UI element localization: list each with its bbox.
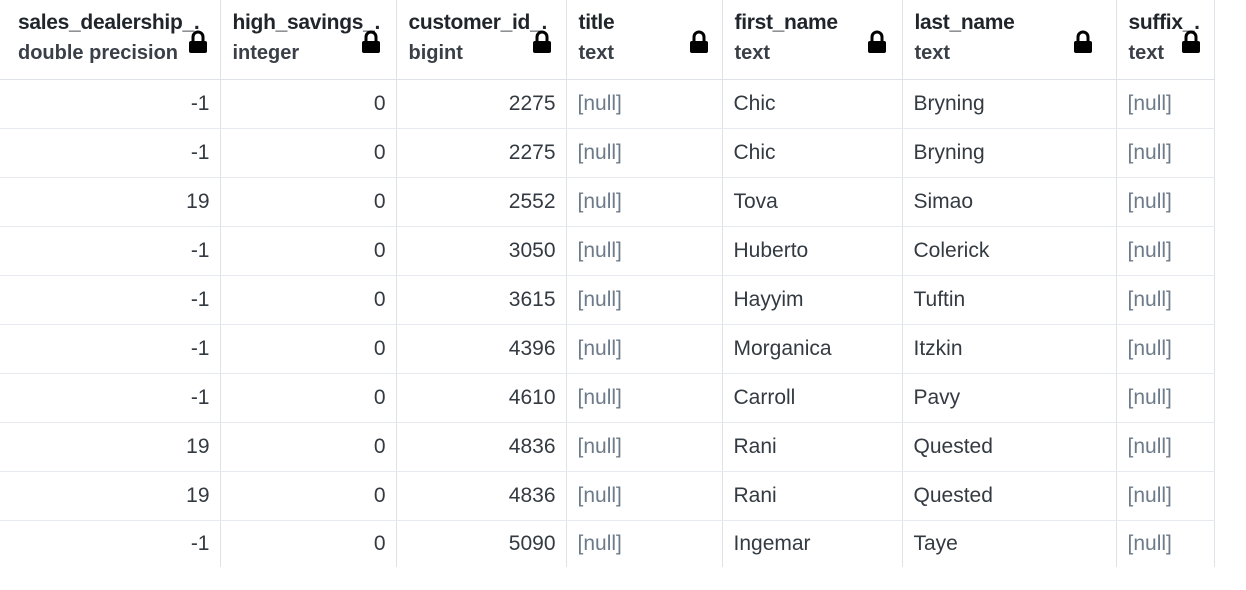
cell-2[interactable]: 3615 [396,275,567,325]
table-row[interactable]: -1 0 2275 [null] Chic Bryning [null] [0,79,1215,129]
column-header-suffix[interactable]: suffix_. text [1116,0,1215,80]
cell-6[interactable]: [null] [1116,128,1215,178]
column-header-first-name[interactable]: first_name text [722,0,903,80]
cell-0[interactable]: 19 [0,471,221,521]
cell-4[interactable]: Rani [722,471,903,521]
cell-5[interactable]: Quested [902,422,1117,472]
cell-6[interactable]: [null] [1116,520,1215,567]
cell-6[interactable]: [null] [1116,471,1215,521]
cell-6[interactable]: [null] [1116,275,1215,325]
cell-2[interactable]: 5090 [396,520,567,567]
lock-icon [1073,30,1092,53]
cell-4[interactable]: Rani [722,422,903,472]
cell-4[interactable]: Chic [722,79,903,129]
cell-2[interactable]: 3050 [396,226,567,276]
table-row[interactable]: -1 0 4610 [null] Carroll Pavy [null] [0,373,1215,423]
cell-0[interactable]: -1 [0,373,221,423]
cell-1[interactable]: 0 [220,422,397,472]
lock-icon [689,30,708,53]
column-header-last-name[interactable]: last_name text [902,0,1117,80]
cell-0[interactable]: -1 [0,520,221,567]
cell-2[interactable]: 4836 [396,422,567,472]
results-grid: sales_dealership_. double precision high… [0,0,1215,567]
lock-icon [867,30,886,53]
cell-1[interactable]: 0 [220,520,397,567]
table-row[interactable]: -1 0 2275 [null] Chic Bryning [null] [0,128,1215,178]
cell-2[interactable]: 2552 [396,177,567,227]
cell-4[interactable]: Hayyim [722,275,903,325]
cell-1[interactable]: 0 [220,177,397,227]
grid-body: -1 0 2275 [null] Chic Bryning [null] -1 0 2275 [nu… [0,79,1215,567]
cell-1[interactable]: 0 [220,324,397,374]
cell-6[interactable]: [null] [1116,324,1215,374]
cell-5[interactable]: Pavy [902,373,1117,423]
cell-3[interactable]: [null] [566,324,723,374]
table-row[interactable]: 19 0 4836 [null] Rani Quested [null] [0,471,1215,521]
cell-6[interactable]: [null] [1116,79,1215,129]
lock-icon [532,30,551,53]
cell-3[interactable]: [null] [566,128,723,178]
cell-5[interactable]: Quested [902,471,1117,521]
column-header-high-savings[interactable]: high_savings_. integer [220,0,397,80]
cell-5[interactable]: Itzkin [902,324,1117,374]
cell-2[interactable]: 4836 [396,471,567,521]
lock-icon [189,30,207,53]
cell-3[interactable]: [null] [566,471,723,521]
cell-3[interactable]: [null] [566,275,723,325]
column-header-sales-dealership[interactable]: sales_dealership_. double precision [0,0,221,80]
cell-5[interactable]: Bryning [902,128,1117,178]
table-row[interactable]: -1 0 5090 [null] Ingemar Taye [null] [0,520,1215,567]
lock-icon [361,30,380,53]
table-row[interactable]: 19 0 4836 [null] Rani Quested [null] [0,422,1215,472]
cell-3[interactable]: [null] [566,373,723,423]
cell-0[interactable]: 19 [0,422,221,472]
cell-2[interactable]: 2275 [396,128,567,178]
table-row[interactable]: -1 0 3615 [null] Hayyim Tuftin [null] [0,275,1215,325]
cell-0[interactable]: -1 [0,226,221,276]
cell-1[interactable]: 0 [220,79,397,129]
cell-5[interactable]: Taye [902,520,1117,567]
cell-5[interactable]: Simao [902,177,1117,227]
cell-2[interactable]: 4610 [396,373,567,423]
cell-2[interactable]: 2275 [396,79,567,129]
cell-1[interactable]: 0 [220,275,397,325]
cell-3[interactable]: [null] [566,226,723,276]
cell-6[interactable]: [null] [1116,373,1215,423]
cell-1[interactable]: 0 [220,128,397,178]
cell-4[interactable]: Tova [722,177,903,227]
header-row: sales_dealership_. double precision high… [0,0,1215,80]
cell-4[interactable]: Huberto [722,226,903,276]
cell-4[interactable]: Ingemar [722,520,903,567]
cell-5[interactable]: Tuftin [902,275,1117,325]
cell-3[interactable]: [null] [566,177,723,227]
cell-0[interactable]: -1 [0,324,221,374]
table-row[interactable]: -1 0 3050 [null] Huberto Colerick [null] [0,226,1215,276]
cell-6[interactable]: [null] [1116,177,1215,227]
cell-3[interactable]: [null] [566,79,723,129]
cell-6[interactable]: [null] [1116,422,1215,472]
cell-0[interactable]: -1 [0,275,221,325]
cell-4[interactable]: Morganica [722,324,903,374]
column-header-title[interactable]: title text [566,0,723,80]
cell-1[interactable]: 0 [220,373,397,423]
table-row[interactable]: -1 0 4396 [null] Morganica Itzkin [null] [0,324,1215,374]
cell-0[interactable]: 19 [0,177,221,227]
cell-6[interactable]: [null] [1116,226,1215,276]
cell-4[interactable]: Chic [722,128,903,178]
cell-1[interactable]: 0 [220,226,397,276]
cell-3[interactable]: [null] [566,422,723,472]
cell-0[interactable]: -1 [0,79,221,129]
cell-5[interactable]: Colerick [902,226,1117,276]
cell-3[interactable]: [null] [566,520,723,567]
table-row[interactable]: 19 0 2552 [null] Tova Simao [null] [0,177,1215,227]
column-name: suffix_. [1128,11,1200,34]
cell-0[interactable]: -1 [0,128,221,178]
column-type: text [1128,42,1165,64]
cell-5[interactable]: Bryning [902,79,1117,129]
column-header-customer-id[interactable]: customer_id_. bigint [396,0,567,80]
cell-1[interactable]: 0 [220,471,397,521]
lock-icon [1181,30,1200,53]
cell-2[interactable]: 4396 [396,324,567,374]
cell-4[interactable]: Carroll [722,373,903,423]
